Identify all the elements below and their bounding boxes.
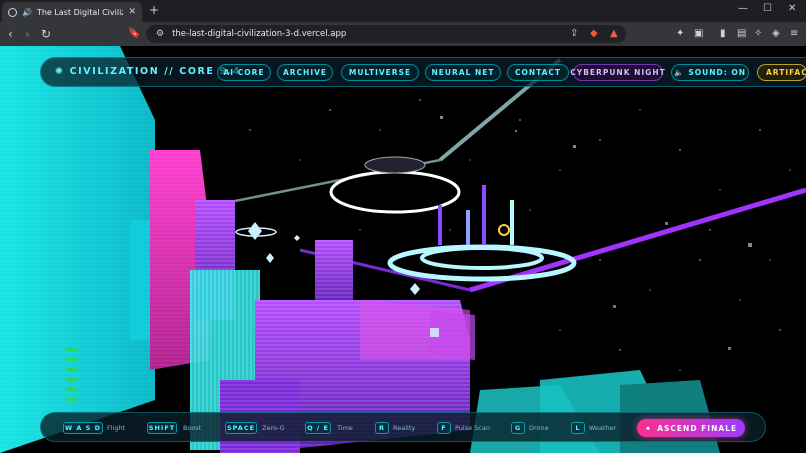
- share-icon[interactable]: ⇪: [570, 28, 578, 39]
- sparkle-icon: ✺: [55, 66, 65, 77]
- cyan-tower-left: [0, 46, 160, 453]
- sound-toggle[interactable]: 🔈 SOUND: ON: [671, 64, 749, 81]
- screenshot-icon[interactable]: ▣: [694, 28, 703, 39]
- control-label: Drone: [529, 424, 549, 432]
- browser-tab[interactable]: 🔊 The Last Digital Civilization ✕: [2, 2, 142, 22]
- browser-toolbar: ‹ › ↻ 🔖 ⚙ the-last-digital-civilization-…: [0, 22, 806, 46]
- browser-tab-bar: 🔊 The Last Digital Civilization ✕ + — ☐ …: [0, 0, 806, 22]
- sidebar-icon[interactable]: ▮: [720, 28, 726, 39]
- tab-title: The Last Digital Civilization: [36, 7, 124, 17]
- window-close-button[interactable]: ✕: [788, 3, 796, 14]
- minimize-button[interactable]: —: [738, 3, 748, 14]
- brave-shields-icon[interactable]: ◆: [590, 28, 598, 39]
- brand-title[interactable]: ✺ CIVILIZATION // CORE 9.4: [55, 66, 241, 77]
- webgl-scene[interactable]: [0, 46, 806, 453]
- key-shift: SHIFT: [147, 422, 177, 434]
- menu-icon[interactable]: ≡: [790, 28, 798, 39]
- new-tab-button[interactable]: +: [149, 3, 159, 17]
- tab-close-icon[interactable]: ✕: [128, 7, 136, 17]
- reload-icon[interactable]: ↻: [41, 27, 51, 41]
- nav-neural-net[interactable]: NEURAL NET: [425, 64, 501, 81]
- maximize-button[interactable]: ☐: [763, 3, 772, 14]
- ascend-finale-button[interactable]: ✦ ASCEND FINALE: [637, 419, 745, 437]
- key-f: F: [437, 422, 451, 434]
- control-label: Weather: [589, 424, 617, 432]
- bottom-controls-bar: W A S D Flight SHIFT Boost SPACE Zero-G …: [40, 412, 766, 442]
- sparkle-icon: ✦: [644, 423, 653, 433]
- floating-ring-top: [329, 156, 461, 214]
- key-l: L: [571, 422, 585, 434]
- address-bar[interactable]: ⚙ the-last-digital-civilization-3-d.verc…: [146, 25, 626, 43]
- key-g: G: [511, 422, 525, 434]
- control-label: Pulse Scan: [455, 424, 490, 432]
- globe-icon: [8, 7, 17, 17]
- leo-ai-icon[interactable]: ✧: [754, 28, 762, 39]
- key-r: R: [375, 422, 389, 434]
- control-label: Reality: [393, 424, 416, 432]
- back-icon[interactable]: ‹: [8, 27, 13, 41]
- control-label: Zero-G: [262, 424, 285, 432]
- nav-archive[interactable]: ARCHIVE: [277, 64, 333, 81]
- player-marker: [430, 328, 439, 337]
- nav-multiverse[interactable]: MULTIVERSE: [341, 64, 419, 81]
- artifacts-button[interactable]: ARTIFACT: [757, 64, 806, 81]
- wallet-icon[interactable]: ▤: [737, 28, 746, 39]
- control-label: Boost: [183, 424, 202, 432]
- scene-canvas[interactable]: [0, 46, 806, 453]
- brave-rewards-icon[interactable]: ▲: [610, 28, 618, 39]
- theme-toggle[interactable]: CYBERPUNK NIGHT: [570, 64, 665, 81]
- nav-ai-core[interactable]: AI CORE: [217, 64, 271, 81]
- key-wasd: W A S D: [63, 422, 103, 434]
- control-label: Time: [337, 424, 353, 432]
- top-hud-bar: ✺ CIVILIZATION // CORE 9.4 AI CORE ARCHIV…: [40, 57, 806, 87]
- audio-playing-icon[interactable]: 🔊: [22, 8, 32, 17]
- key-space: SPACE: [225, 422, 257, 434]
- extensions-icon[interactable]: ✦: [676, 28, 684, 39]
- site-info-icon[interactable]: ⚙: [156, 29, 164, 39]
- key-q-e: Q / E: [305, 422, 331, 434]
- bookmark-icon[interactable]: 🔖: [128, 28, 140, 39]
- nav-contact[interactable]: CONTACT: [507, 64, 569, 81]
- control-label: Flight: [107, 424, 126, 432]
- speaker-icon: 🔈: [674, 68, 685, 77]
- forward-icon[interactable]: ›: [25, 27, 30, 41]
- vpn-icon[interactable]: ◈: [772, 28, 780, 39]
- url-text: the-last-digital-civilization-3-d.vercel…: [172, 29, 347, 39]
